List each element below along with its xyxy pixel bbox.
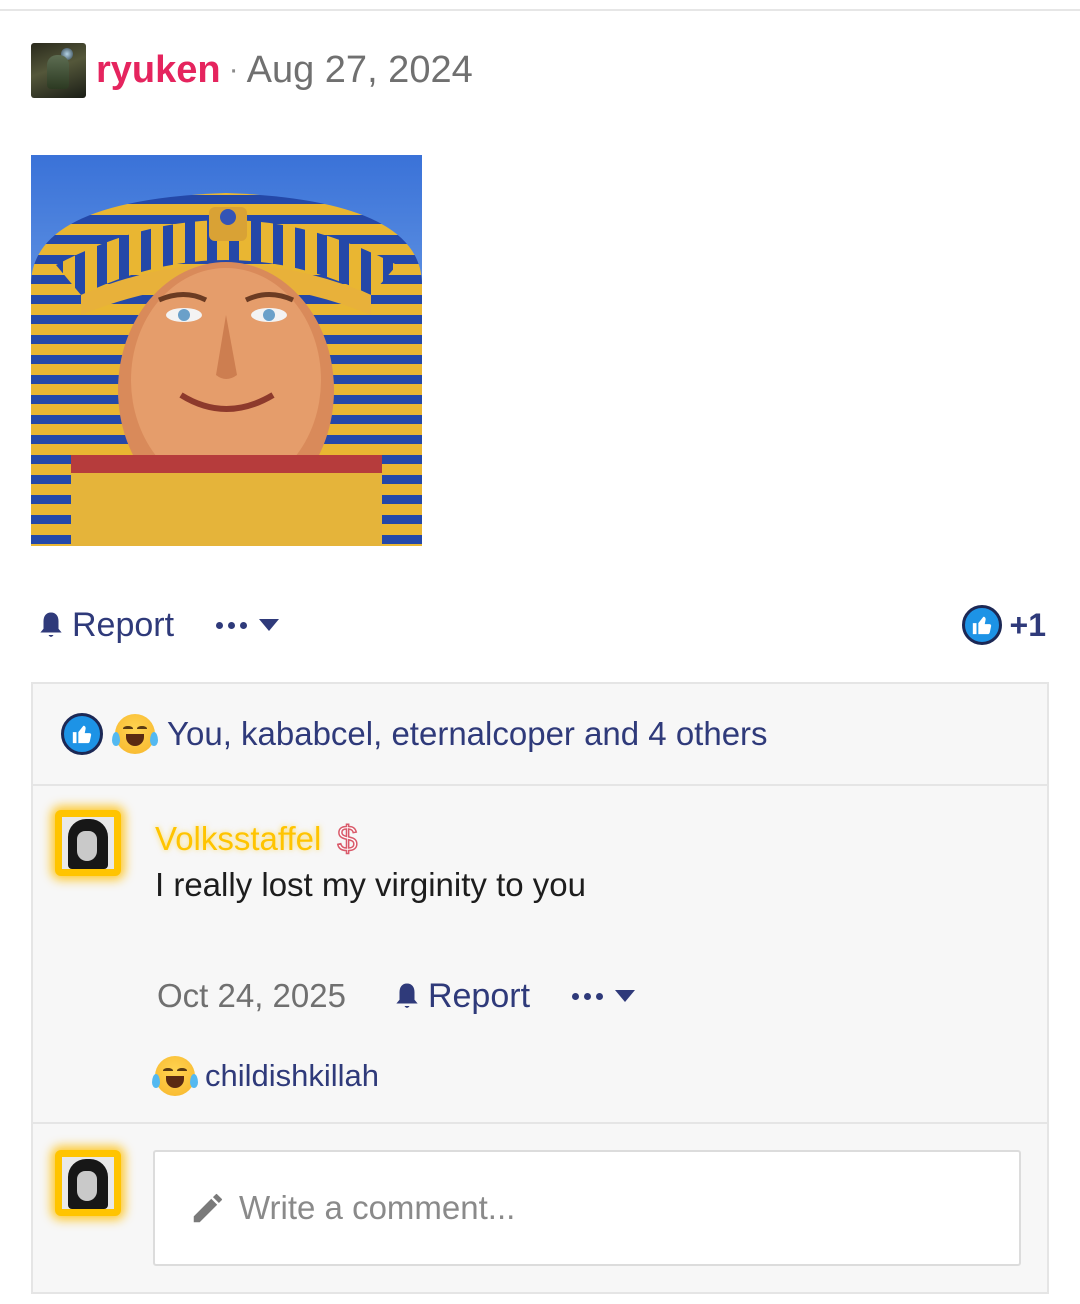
avatar-figure: [47, 54, 69, 89]
post-image[interactable]: [31, 155, 422, 546]
post-header: ryuken · Aug 27, 2024: [31, 42, 473, 98]
comment-report-button[interactable]: Report: [392, 977, 530, 1016]
laugh-cry-icon: [152, 1056, 198, 1096]
chevron-down-icon: [615, 990, 636, 1002]
dollar-badge-icon: $: [337, 817, 359, 860]
comment-item: Volksstaffel $ I really lost my virginit…: [33, 788, 1047, 1124]
author-avatar[interactable]: [31, 42, 86, 98]
report-label: Report: [72, 605, 175, 644]
comment-reaction-user[interactable]: childishkillah: [205, 1058, 379, 1094]
bell-icon: [396, 983, 418, 1008]
current-user-avatar[interactable]: [55, 1150, 121, 1216]
reactions-summary[interactable]: You, kababcel, eternalcoper and 4 others: [33, 684, 1047, 786]
comments-panel: You, kababcel, eternalcoper and 4 others…: [31, 682, 1049, 1294]
comment-author-name[interactable]: Volksstaffel: [155, 820, 321, 858]
comment-placeholder: Write a comment...: [239, 1189, 516, 1226]
like-icon: [61, 713, 103, 755]
comment-meta: Oct 24, 2025 Report: [157, 974, 636, 1018]
laugh-cry-icon: [112, 714, 158, 754]
comment-date[interactable]: Oct 24, 2025: [157, 977, 346, 1015]
header-separator: ·: [228, 53, 239, 86]
post-author-name[interactable]: ryuken: [96, 49, 221, 92]
like-icon: [961, 605, 1002, 645]
more-options-button[interactable]: [216, 619, 280, 631]
more-dots-icon: [216, 621, 248, 629]
commenter-avatar[interactable]: [55, 810, 121, 876]
comment-composer: Write a comment...: [33, 1124, 1047, 1294]
bell-icon: [40, 612, 62, 637]
report-button[interactable]: Report: [36, 606, 174, 645]
comment-more-options-button[interactable]: [572, 990, 636, 1002]
post-actions: Report +1: [36, 600, 1046, 650]
comment-author[interactable]: Volksstaffel $: [155, 817, 359, 860]
reactions-summary-text[interactable]: You, kababcel, eternalcoper and 4 others: [167, 715, 768, 753]
post-date[interactable]: Aug 27, 2024: [247, 49, 473, 92]
more-dots-icon: [572, 992, 604, 1000]
comment-reaction[interactable]: childishkillah: [152, 1056, 379, 1096]
chevron-down-icon: [259, 619, 280, 631]
reaction-button[interactable]: +1: [961, 605, 1046, 645]
pharaoh-image: [31, 155, 422, 546]
reaction-count: +1: [1009, 606, 1046, 643]
pencil-icon: [193, 1193, 223, 1223]
comment-input[interactable]: Write a comment...: [153, 1150, 1021, 1266]
comment-body: I really lost my virginity to you: [155, 866, 586, 903]
comment-report-label: Report: [427, 976, 531, 1015]
top-divider: [0, 9, 1080, 11]
